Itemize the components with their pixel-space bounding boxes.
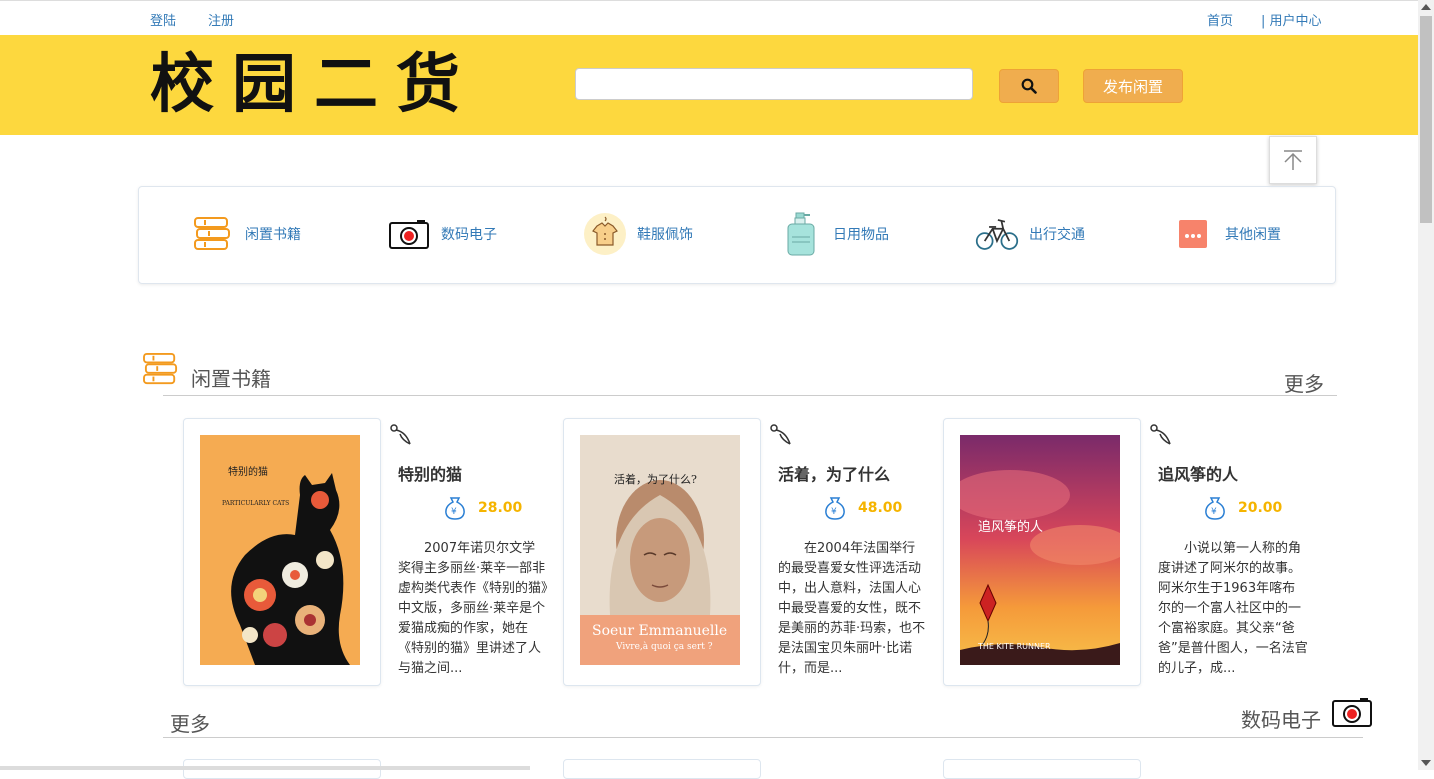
- section-divider: [163, 395, 1337, 396]
- category-label: 数码电子: [441, 227, 497, 243]
- cover-subtitle-text: Soeur Emmanuelle: [592, 623, 727, 639]
- digital-more-link[interactable]: 更多: [170, 708, 210, 737]
- digital-section-title: 数码电子: [1241, 708, 1321, 732]
- book-cover[interactable]: 特别的猫 PARTICULARLY CATS: [200, 435, 360, 665]
- cover-title-text: 活着，为了什么?: [614, 472, 697, 486]
- book-card[interactable]: 特别的猫 PARTICULARLY CATS: [183, 418, 381, 686]
- tag-hook-icon: [768, 422, 794, 452]
- bicycle-icon: [975, 212, 1019, 256]
- book-cover[interactable]: 追风筝的人 THE KITE RUNNER: [960, 435, 1120, 665]
- top-nav-bar: 登陆 注册 首页 | 用户中心: [0, 0, 1418, 36]
- home-link[interactable]: 首页: [1207, 10, 1233, 29]
- bottle-icon: [779, 212, 823, 256]
- header-banner: 校园二货 发布闲置: [0, 35, 1418, 135]
- search-input[interactable]: [575, 68, 973, 100]
- search-icon: [1021, 78, 1037, 94]
- book-card[interactable]: 活着，为了什么? Soeur Emmanuelle Vivre,à quoi ç…: [563, 418, 761, 686]
- back-to-top-button[interactable]: [1269, 136, 1317, 184]
- section-divider: [163, 737, 1363, 738]
- books-section-title: 闲置书籍: [191, 367, 271, 391]
- shirt-icon: [583, 212, 627, 256]
- category-digital[interactable]: 数码电子: [387, 209, 497, 259]
- register-link[interactable]: 注册: [208, 10, 234, 29]
- site-logo[interactable]: 校园二货: [150, 49, 478, 121]
- books-icon: [191, 212, 235, 256]
- book-description: 2007年诺贝尔文学奖得主多丽丝·莱辛一部非虚构类代表作《特别的猫》中文版，多丽…: [398, 541, 548, 676]
- svg-text:¥: ¥: [451, 507, 457, 517]
- category-label: 其他闲置: [1225, 227, 1281, 243]
- book-cover[interactable]: 活着，为了什么? Soeur Emmanuelle Vivre,à quoi ç…: [580, 435, 740, 665]
- category-label: 日用物品: [833, 227, 889, 243]
- category-label: 出行交通: [1029, 227, 1085, 243]
- category-label: 鞋服佩饰: [637, 227, 693, 243]
- publish-button[interactable]: 发布闲置: [1083, 69, 1183, 103]
- money-bag-icon: ¥: [444, 496, 466, 524]
- camera-icon: [387, 212, 431, 256]
- book-title[interactable]: 特别的猫: [398, 461, 462, 485]
- scrollbar-thumb[interactable]: [1420, 16, 1432, 223]
- category-other[interactable]: 其他闲置: [1171, 209, 1281, 259]
- category-label: 闲置书籍: [245, 227, 301, 243]
- product-card[interactable]: [563, 759, 761, 779]
- scroll-up-arrow-icon[interactable]: [1421, 4, 1431, 10]
- more-icon: [1171, 212, 1215, 256]
- money-bag-icon: ¥: [1204, 496, 1226, 524]
- arrow-up-icon: [1284, 150, 1302, 170]
- tag-hook-icon: [1148, 422, 1174, 452]
- category-books[interactable]: 闲置书籍: [191, 209, 301, 259]
- cover-subtitle-text: THE KITE RUNNER: [977, 642, 1051, 651]
- horizontal-scrollbar[interactable]: [0, 766, 530, 770]
- books-more-link[interactable]: 更多: [1284, 368, 1324, 397]
- search-button[interactable]: [999, 69, 1059, 103]
- svg-text:¥: ¥: [831, 507, 837, 517]
- cover-subtitle-2-text: Vivre,à quoi ça sert ?: [615, 641, 713, 652]
- category-bar: 闲置书籍 数码电子 鞋服佩饰 日用物品 出行交通 其他闲置: [138, 186, 1336, 284]
- book-card[interactable]: 追风筝的人 THE KITE RUNNER: [943, 418, 1141, 686]
- category-transport[interactable]: 出行交通: [975, 209, 1085, 259]
- svg-text:¥: ¥: [1211, 507, 1217, 517]
- scroll-down-arrow-icon[interactable]: [1421, 760, 1431, 766]
- book-price: 48.00: [858, 500, 903, 516]
- login-link[interactable]: 登陆: [150, 10, 176, 29]
- book-title[interactable]: 追风筝的人: [1158, 461, 1238, 485]
- money-bag-icon: ¥: [824, 496, 846, 524]
- category-clothing[interactable]: 鞋服佩饰: [583, 209, 693, 259]
- cover-title-text: 追风筝的人: [978, 519, 1043, 535]
- user-center-link[interactable]: | 用户中心: [1261, 10, 1322, 29]
- tag-hook-icon: [388, 422, 414, 452]
- book-price: 28.00: [478, 500, 523, 516]
- book-description: 小说以第一人称的角度讲述了阿米尔的故事。阿米尔生于1963年喀布尔的一个富人社区…: [1158, 541, 1308, 676]
- cover-title-text: 特别的猫: [228, 465, 268, 478]
- book-price: 20.00: [1238, 500, 1283, 516]
- book-title[interactable]: 活着，为了什么: [778, 461, 890, 485]
- cover-subtitle-text: PARTICULARLY CATS: [222, 500, 289, 507]
- product-card[interactable]: [943, 759, 1141, 779]
- camera-section-icon: [1332, 697, 1372, 731]
- book-description: 在2004年法国举行的最受喜爱女性评选活动中，出人意料，法国人心中最受喜爱的女性…: [778, 541, 926, 676]
- category-daily[interactable]: 日用物品: [779, 209, 889, 259]
- books-section-icon: [142, 352, 180, 390]
